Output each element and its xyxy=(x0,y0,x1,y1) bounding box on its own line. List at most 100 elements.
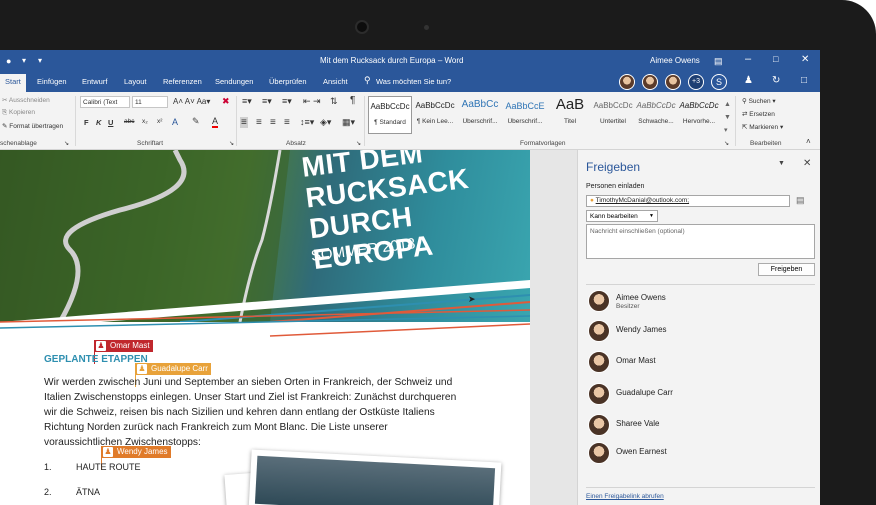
bold-button[interactable]: F xyxy=(84,118,89,127)
clipboard-launcher-icon[interactable]: ↘ xyxy=(64,140,69,147)
close-icon[interactable]: ✕ xyxy=(801,54,809,65)
person-name: Sharee Vale xyxy=(616,419,660,428)
replace-button[interactable]: ⇄ Ersetzen xyxy=(742,110,775,118)
indent-icons[interactable]: ⇤ ⇥ xyxy=(303,96,321,107)
style-heading-1[interactable]: AaBbCc Überschrif... xyxy=(458,96,502,134)
highlight-icon[interactable]: ✎ xyxy=(192,116,200,127)
person-icon: ♟ xyxy=(103,447,113,457)
address-book-icon[interactable]: ▤ xyxy=(796,195,805,206)
font-size-box[interactable]: 11 xyxy=(132,96,168,108)
user-name[interactable]: Aimee Owens xyxy=(650,56,700,65)
activity-history-icon[interactable]: ↻ xyxy=(772,75,780,86)
pane-close-icon[interactable]: ✕ xyxy=(803,158,811,169)
coauthor-flag-wendy[interactable]: ♟ Wendy James xyxy=(101,446,171,458)
cut-button[interactable]: ✂ Ausschneiden xyxy=(2,96,50,104)
align-left-icon[interactable]: ≡ xyxy=(240,117,248,128)
sort-icon[interactable]: ⇅ xyxy=(330,96,338,107)
style-no-spacing[interactable]: AaBbCcDc ¶ Kein Lee... xyxy=(413,96,457,134)
clipboard-group-label: schenablage xyxy=(0,140,37,147)
mouse-cursor-icon: ➤ xyxy=(468,294,476,304)
permission-dropdown[interactable]: Kann bearbeiten ▼ xyxy=(586,210,658,222)
tell-me-search[interactable]: Was möchten Sie tun? xyxy=(376,77,451,86)
style-subtle-emphasis[interactable]: AaBbCcDc Schwache... xyxy=(634,96,678,134)
customize-icon[interactable]: ▾ xyxy=(38,56,42,65)
line-spacing-icon[interactable]: ↕≡▾ xyxy=(300,117,314,128)
font-launcher-icon[interactable]: ↘ xyxy=(229,140,234,147)
clear-format-icon[interactable]: ✖ xyxy=(222,96,230,107)
pilcrow-button[interactable]: ¶ xyxy=(350,95,355,106)
tab-layout[interactable]: Layout xyxy=(124,77,147,86)
find-button[interactable]: ⚲ Suchen ▾ xyxy=(742,97,776,105)
collaborator-avatar-1[interactable] xyxy=(619,74,635,90)
styles-launcher-icon[interactable]: ↘ xyxy=(724,140,729,147)
save-icon[interactable]: ● xyxy=(6,56,11,66)
font-group-label: Schriftart xyxy=(137,140,164,147)
text-effects-icon[interactable]: A xyxy=(172,117,178,127)
coauthor-flag-omar[interactable]: ♟ Omar Mast xyxy=(94,340,153,352)
tab-referenzen[interactable]: Referenzen xyxy=(163,77,202,86)
style-standard[interactable]: AaBbCcDc ¶ Standard xyxy=(368,96,412,134)
share-button[interactable]: Freigeben xyxy=(758,263,815,276)
collapse-ribbon-icon[interactable]: ˄ xyxy=(806,137,811,146)
avatar xyxy=(588,442,610,464)
contact-status-icon: ● xyxy=(590,197,594,204)
underline-button[interactable]: U xyxy=(108,118,113,127)
comments-icon[interactable]: □ xyxy=(801,75,807,86)
collaborator-avatar-3[interactable] xyxy=(665,74,681,90)
document-title: Mit dem Rucksack durch Europa – Word xyxy=(320,56,464,65)
align-center-icon[interactable]: ≡ xyxy=(256,117,262,128)
shading-icon[interactable]: ◈▾ xyxy=(320,117,331,128)
paragraph-launcher-icon[interactable]: ↘ xyxy=(356,140,361,147)
share-link[interactable]: Einen Freigabelink abrufen xyxy=(586,493,664,500)
font-color-icon[interactable]: A xyxy=(212,117,219,128)
align-right-icon[interactable]: ≡ xyxy=(270,117,276,128)
tab-sendungen[interactable]: Sendungen xyxy=(215,77,253,86)
tab-ansicht[interactable]: Ansicht xyxy=(323,77,348,86)
format-painter-button[interactable]: ✎ Format übertragen xyxy=(2,122,63,130)
skype-icon[interactable]: S xyxy=(711,74,727,90)
person-name: Omar Mast xyxy=(616,356,656,365)
list-item: HAUTE ROUTE xyxy=(76,462,141,472)
style-subtitle[interactable]: AaBbCcDc Untertitel xyxy=(591,96,635,134)
maximize-icon[interactable]: □ xyxy=(773,54,778,64)
borders-icon[interactable]: ▦▾ xyxy=(342,117,355,128)
strikethrough-button[interactable]: abc xyxy=(124,118,134,125)
more-collaborators-count[interactable]: +3 xyxy=(688,74,704,90)
divider xyxy=(735,96,736,146)
style-emphasis[interactable]: AaBbCcDc Hervorhe... xyxy=(677,96,721,134)
undo-icon[interactable]: ▾ xyxy=(22,56,26,65)
minimize-icon[interactable]: – xyxy=(745,53,751,65)
style-heading-2[interactable]: AaBbCcE Überschrif... xyxy=(503,96,547,134)
select-button[interactable]: ⇱ Markieren ▾ xyxy=(742,123,783,131)
justify-icon[interactable]: ≡ xyxy=(284,117,290,128)
grow-font-icon[interactable]: A˄ A˅ Aa▾ xyxy=(173,97,210,106)
tab-einfuegen[interactable]: Einfügen xyxy=(37,77,67,86)
invite-input[interactable]: ● TimothyMcDanial@outlook.com; xyxy=(586,195,790,207)
person-icon: ♟ xyxy=(137,364,147,374)
numbering-icon[interactable]: ≡▾ xyxy=(262,96,272,107)
photo-stack-front xyxy=(248,449,502,505)
italic-button[interactable]: K xyxy=(96,118,101,127)
tab-ueberpruefen[interactable]: Überprüfen xyxy=(269,77,307,86)
superscript-button[interactable]: x² xyxy=(157,118,162,125)
share-person-icon[interactable]: ♟ xyxy=(744,75,753,86)
style-title[interactable]: AaB Titel xyxy=(548,96,592,134)
copy-label: Kopieren xyxy=(9,109,36,116)
divider xyxy=(236,96,237,146)
multilevel-list-icon[interactable]: ≡▾ xyxy=(282,96,292,107)
bullets-icon[interactable]: ≡▾ xyxy=(242,96,252,107)
font-name-box[interactable]: Calibri (Text xyxy=(80,96,130,108)
subscript-button[interactable]: x₂ xyxy=(142,118,148,125)
ribbon-display-icon[interactable]: ▤ xyxy=(714,56,723,67)
tab-entwurf[interactable]: Entwurf xyxy=(82,77,107,86)
tab-start[interactable]: Start xyxy=(0,74,26,92)
pane-options-icon[interactable]: ▼ xyxy=(778,160,785,167)
message-textarea[interactable]: Nachricht einschließen (optional) xyxy=(586,224,815,259)
format-painter-label: Format übertragen xyxy=(9,123,64,130)
collaborator-avatar-2[interactable] xyxy=(642,74,658,90)
title-bar: ● ▾ ▾ Mit dem Rucksack durch Europa – Wo… xyxy=(0,50,820,72)
style-label: Überschrif... xyxy=(507,118,543,125)
document-page[interactable]: MIT DEM RUCKSACK DURCH EUROPA SOMMER 201… xyxy=(0,150,530,505)
styles-scroll-icon[interactable]: ▲ ▼ ▾ xyxy=(724,98,731,137)
copy-button[interactable]: ⎘ Kopieren xyxy=(2,109,35,117)
